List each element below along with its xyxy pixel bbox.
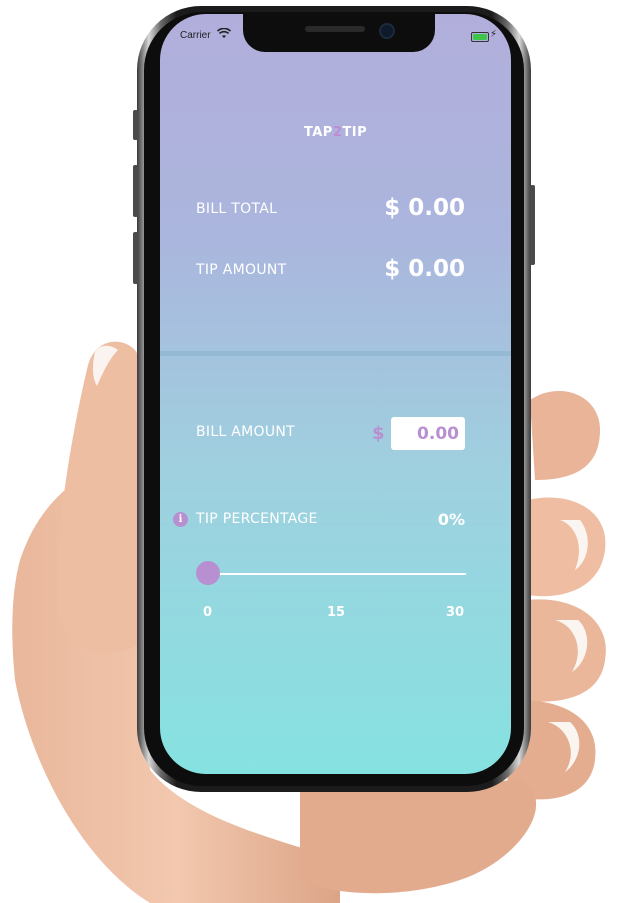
battery-icon bbox=[471, 32, 489, 42]
camera-icon bbox=[379, 23, 395, 39]
volume-up-button bbox=[133, 165, 138, 217]
speaker-grille bbox=[305, 26, 365, 32]
title-part-2: 2 bbox=[332, 125, 343, 140]
section-divider bbox=[160, 351, 511, 356]
slider-tick-max: 30 bbox=[446, 605, 465, 620]
carrier-label: Carrier bbox=[180, 30, 211, 41]
slider-tick-min: 0 bbox=[203, 605, 213, 620]
tip-amount-value: $ 0.00 bbox=[384, 256, 465, 282]
slider-tick-mid: 15 bbox=[327, 605, 346, 620]
title-part-tap: TAP bbox=[303, 125, 333, 140]
tip-percentage-value: 0% bbox=[437, 510, 465, 529]
title-part-tip: TIP bbox=[342, 125, 368, 140]
bill-amount-label: BILL AMOUNT bbox=[196, 424, 296, 440]
info-icon[interactable]: i bbox=[173, 512, 188, 527]
tip-slider-track[interactable] bbox=[208, 573, 466, 575]
tip-slider-thumb[interactable] bbox=[196, 561, 220, 585]
tip-amount-label: TIP AMOUNT bbox=[196, 262, 287, 278]
bill-amount-input[interactable]: 0.00 bbox=[391, 417, 465, 450]
notch bbox=[243, 14, 435, 52]
bill-total-value: $ 0.00 bbox=[384, 195, 465, 221]
wifi-icon bbox=[216, 27, 232, 42]
power-button bbox=[530, 185, 535, 265]
currency-symbol: $ bbox=[372, 423, 385, 444]
bill-total-label: BILL TOTAL bbox=[196, 201, 278, 217]
app-screen: Carrier ⚡ TAP2TIP BILL TOTAL $ 0.00 TIP … bbox=[160, 14, 511, 774]
volume-down-button bbox=[133, 232, 138, 284]
app-title: TAP2TIP bbox=[160, 125, 511, 140]
charging-icon: ⚡ bbox=[489, 29, 497, 40]
tip-percentage-label: TIP PERCENTAGE bbox=[196, 511, 318, 527]
mute-switch bbox=[133, 110, 138, 140]
